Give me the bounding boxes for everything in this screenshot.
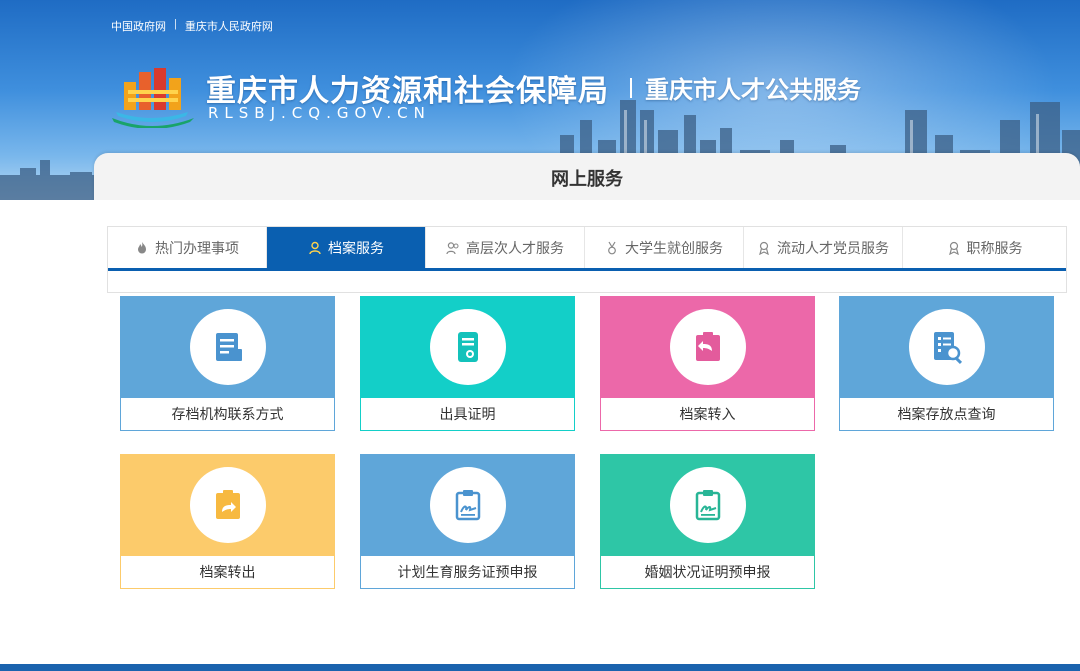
card-label: 档案转入	[600, 398, 815, 431]
card-face	[600, 454, 815, 556]
tab-label: 热门办理事项	[155, 239, 239, 256]
clipboard-forward-icon	[215, 490, 240, 519]
card-face	[360, 454, 575, 556]
service-nav: 热门办理事项 档案服务 高层次人才服务 大学生就创服务 流动人才党员服务 职称服…	[107, 226, 1067, 293]
medal-icon	[608, 241, 616, 254]
section-tab-label: 网上服务	[551, 169, 623, 189]
card-icon-circle	[189, 467, 266, 543]
card-label: 存档机构联系方式	[120, 398, 335, 431]
service-card-grid: 存档机构联系方式 出具证明 档案转入 档案存放点查询 档案转出 计划生育服务证预…	[120, 296, 1055, 591]
card-icon-circle	[429, 309, 506, 385]
card-icon-circle	[669, 467, 746, 543]
card-face	[600, 296, 815, 398]
site-domain: RLSBJ.CQ.GOV.CN	[208, 104, 431, 122]
card-icon-circle	[908, 309, 985, 385]
tab-professional-title[interactable]: 职称服务	[903, 227, 1066, 268]
document-icon	[215, 333, 242, 361]
card-family-planning-prefiling[interactable]: 计划生育服务证预申报	[360, 454, 575, 589]
tab-archive-services[interactable]: 档案服务	[267, 227, 426, 268]
card-issue-certificate[interactable]: 出具证明	[360, 296, 575, 431]
clipboard-sign-icon	[455, 490, 480, 521]
service-nav-bar: 热门办理事项 档案服务 高层次人才服务 大学生就创服务 流动人才党员服务 职称服…	[108, 227, 1066, 271]
tab-hot-items[interactable]: 热门办理事项	[108, 227, 267, 268]
card-label: 档案存放点查询	[839, 398, 1054, 431]
ribbon-icon	[759, 241, 769, 255]
document-search-icon	[933, 332, 962, 365]
certificate-icon	[457, 332, 478, 362]
top-links: 中国政府网 | 重庆市人民政府网	[111, 18, 273, 34]
card-archive-transfer-out[interactable]: 档案转出	[120, 454, 335, 589]
gov-portal-link[interactable]: 中国政府网	[111, 18, 166, 34]
link-separator: |	[174, 18, 177, 30]
tab-high-level-talent[interactable]: 高层次人才服务	[426, 227, 585, 268]
card-marital-status-prefiling[interactable]: 婚姻状况证明预申报	[600, 454, 815, 589]
tab-label: 大学生就创服务	[625, 239, 723, 256]
title-divider	[630, 78, 632, 98]
footer-bar	[0, 664, 1080, 671]
tab-label: 档案服务	[328, 239, 384, 256]
card-face	[120, 454, 335, 556]
card-label: 出具证明	[360, 398, 575, 431]
tab-label: 职称服务	[966, 239, 1023, 256]
card-face	[839, 296, 1054, 398]
card-archive-transfer-in[interactable]: 档案转入	[600, 296, 815, 431]
clipboard-sign-icon	[695, 490, 720, 521]
card-icon-circle	[429, 467, 506, 543]
clipboard-return-icon	[695, 332, 720, 361]
site-subtitle: 重庆市人才公共服务	[645, 77, 861, 104]
tab-label: 高层次人才服务	[466, 239, 564, 256]
tab-label: 流动人才党员服务	[777, 239, 889, 256]
ribbon-icon	[948, 241, 959, 255]
user-group-icon	[446, 241, 459, 254]
municipal-portal-link[interactable]: 重庆市人民政府网	[185, 18, 273, 34]
tab-party-member-services[interactable]: 流动人才党员服务	[744, 227, 903, 268]
card-label: 档案转出	[120, 556, 335, 589]
header-banner: 中国政府网 | 重庆市人民政府网 重庆市人力资源和社会保障局 重庆市人才公共服务…	[0, 0, 1080, 200]
card-icon-circle	[189, 309, 266, 385]
card-face	[360, 296, 575, 398]
tab-graduate-services[interactable]: 大学生就创服务	[585, 227, 744, 268]
card-archive-location-query[interactable]: 档案存放点查询	[839, 296, 1054, 431]
card-face	[120, 296, 335, 398]
bureau-logo[interactable]	[108, 60, 196, 128]
person-icon	[309, 241, 321, 254]
section-tab-online-services[interactable]: 网上服务	[94, 153, 1080, 200]
card-label: 婚姻状况证明预申报	[600, 556, 815, 589]
card-icon-circle	[669, 309, 746, 385]
flame-icon	[138, 241, 146, 253]
card-archive-contact[interactable]: 存档机构联系方式	[120, 296, 335, 431]
card-label: 计划生育服务证预申报	[360, 556, 575, 589]
